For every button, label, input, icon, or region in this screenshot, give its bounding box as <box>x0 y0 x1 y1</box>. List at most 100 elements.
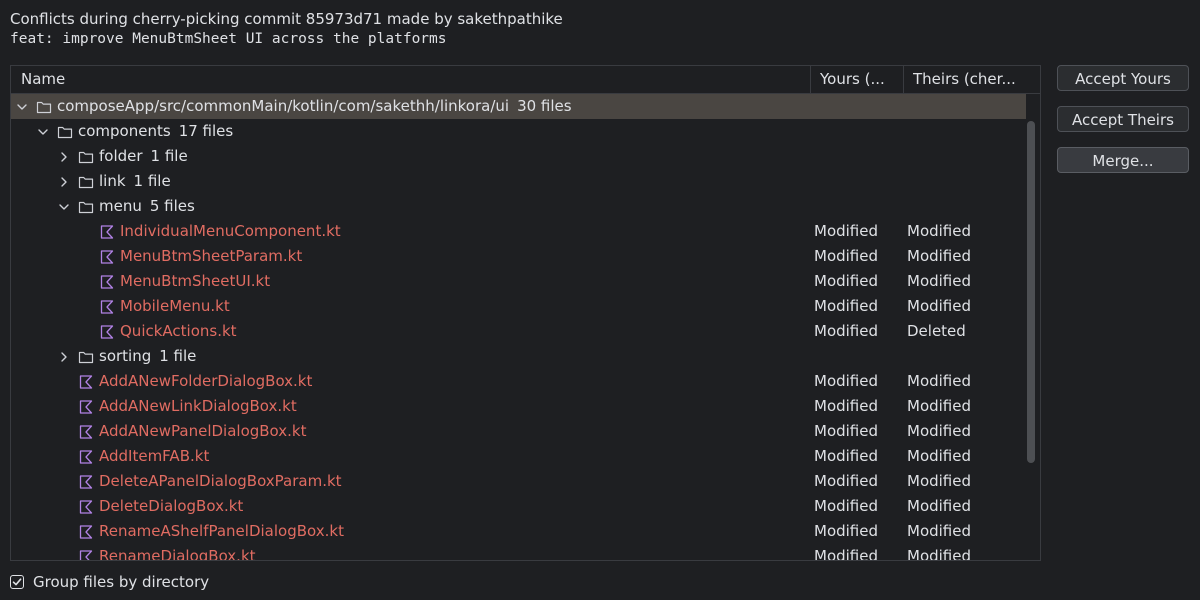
name-cell: components 17 files <box>35 119 233 144</box>
name-cell: AddANewFolderDialogBox.kt <box>78 369 312 394</box>
merge-button[interactable]: Merge... <box>1057 147 1189 173</box>
file-row[interactable]: DeleteDialogBox.kt Modified Modified <box>11 494 1026 519</box>
directory-row[interactable]: components 17 files <box>11 119 1026 144</box>
yours-status: Modified <box>814 222 879 240</box>
directory-row[interactable]: sorting 1 file <box>11 344 1026 369</box>
column-divider[interactable] <box>810 66 811 93</box>
table-body: composeApp/src/commonMain/kotlin/com/sak… <box>11 94 1026 560</box>
file-name: DeleteDialogBox.kt <box>99 497 244 515</box>
name-cell: RenameDialogBox.kt <box>78 544 256 560</box>
kotlin-file-icon <box>78 424 94 440</box>
kotlin-file-icon <box>99 249 115 265</box>
kotlin-file-icon <box>99 274 115 290</box>
column-divider[interactable] <box>903 66 904 93</box>
chevron-down-icon[interactable] <box>14 99 30 115</box>
group-by-directory-option[interactable]: Group files by directory <box>10 573 209 591</box>
kotlin-file-icon <box>78 549 94 560</box>
file-row[interactable]: AddItemFAB.kt Modified Modified <box>11 444 1026 469</box>
scrollbar-thumb[interactable] <box>1027 121 1035 463</box>
file-count: 30 files <box>517 97 572 115</box>
chevron-right-icon[interactable] <box>56 174 72 190</box>
column-header-yours[interactable]: Yours (... <box>820 66 900 93</box>
file-row[interactable]: MenuBtmSheetParam.kt Modified Modified <box>11 244 1026 269</box>
group-by-directory-checkbox[interactable] <box>10 575 24 589</box>
directory-row[interactable]: folder 1 file <box>11 144 1026 169</box>
file-row[interactable]: AddANewLinkDialogBox.kt Modified Modified <box>11 394 1026 419</box>
table-header: Name Yours (... Theirs (cher... <box>11 66 1040 94</box>
kotlin-file-icon <box>78 374 94 390</box>
checkmark-icon <box>12 578 22 586</box>
folder-icon <box>78 174 94 190</box>
chevron-right-icon[interactable] <box>56 149 72 165</box>
file-row[interactable]: RenameDialogBox.kt Modified Modified <box>11 544 1026 560</box>
yours-status: Modified <box>814 422 879 440</box>
directory-name: folder <box>99 147 143 165</box>
yours-status: Modified <box>814 297 879 315</box>
accept-yours-button[interactable]: Accept Yours <box>1057 65 1189 91</box>
yours-status: Modified <box>814 547 879 560</box>
name-cell: DeleteAPanelDialogBoxParam.kt <box>78 469 342 494</box>
file-name: MobileMenu.kt <box>120 297 230 315</box>
file-row[interactable]: MenuBtmSheetUI.kt Modified Modified <box>11 269 1026 294</box>
file-name: MenuBtmSheetUI.kt <box>120 272 271 290</box>
group-by-directory-label: Group files by directory <box>33 573 210 591</box>
file-name: AddANewLinkDialogBox.kt <box>99 397 297 415</box>
yours-status: Modified <box>814 322 879 340</box>
directory-row[interactable]: composeApp/src/commonMain/kotlin/com/sak… <box>11 94 1026 119</box>
kotlin-file-icon <box>78 499 94 515</box>
file-name: RenameDialogBox.kt <box>99 547 256 560</box>
name-cell: AddItemFAB.kt <box>78 444 209 469</box>
folder-icon <box>78 199 94 215</box>
folder-icon <box>78 149 94 165</box>
chevron-down-icon[interactable] <box>56 199 72 215</box>
file-name: IndividualMenuComponent.kt <box>120 222 341 240</box>
kotlin-file-icon <box>78 399 94 415</box>
yours-status: Modified <box>814 472 879 490</box>
folder-icon <box>78 349 94 365</box>
conflicts-table: Name Yours (... Theirs (cher... composeA… <box>10 65 1041 561</box>
chevron-down-icon[interactable] <box>35 124 51 140</box>
theirs-status: Modified <box>907 222 972 240</box>
kotlin-file-icon <box>99 324 115 340</box>
kotlin-file-icon <box>78 524 94 540</box>
file-count: 1 file <box>159 347 197 365</box>
name-cell: RenameAShelfPanelDialogBox.kt <box>78 519 344 544</box>
yours-status: Modified <box>814 397 879 415</box>
accept-theirs-button[interactable]: Accept Theirs <box>1057 106 1189 132</box>
name-cell: AddANewPanelDialogBox.kt <box>78 419 306 444</box>
directory-row[interactable]: link 1 file <box>11 169 1026 194</box>
theirs-status: Deleted <box>907 322 966 340</box>
name-cell: link 1 file <box>56 169 171 194</box>
column-header-name[interactable]: Name <box>21 66 801 93</box>
yours-status: Modified <box>814 447 879 465</box>
directory-name: link <box>99 172 126 190</box>
directory-row[interactable]: menu 5 files <box>11 194 1026 219</box>
file-row[interactable]: RenameAShelfPanelDialogBox.kt Modified Mod… <box>11 519 1026 544</box>
file-count: 5 files <box>149 197 195 215</box>
name-cell: sorting 1 file <box>56 344 196 369</box>
name-cell: MenuBtmSheetUI.kt <box>99 269 270 294</box>
file-count: 1 file <box>150 147 188 165</box>
file-row[interactable]: AddANewPanelDialogBox.kt Modified Modified <box>11 419 1026 444</box>
theirs-status: Modified <box>907 522 972 540</box>
name-cell: folder 1 file <box>56 144 188 169</box>
theirs-status: Modified <box>907 447 972 465</box>
file-row[interactable]: MobileMenu.kt Modified Modified <box>11 294 1026 319</box>
file-row[interactable]: QuickActions.kt Modified Deleted <box>11 319 1026 344</box>
name-cell: composeApp/src/commonMain/kotlin/com/sak… <box>14 94 572 119</box>
file-row[interactable]: AddANewFolderDialogBox.kt Modified Modifie… <box>11 369 1026 394</box>
file-name: RenameAShelfPanelDialogBox.kt <box>99 522 344 540</box>
name-cell: menu 5 files <box>56 194 195 219</box>
name-cell: AddANewLinkDialogBox.kt <box>78 394 297 419</box>
file-row[interactable]: DeleteAPanelDialogBoxParam.kt Modified Mod… <box>11 469 1026 494</box>
file-name: AddItemFAB.kt <box>99 447 210 465</box>
name-cell: QuickActions.kt <box>99 319 237 344</box>
theirs-status: Modified <box>907 297 972 315</box>
kotlin-file-icon <box>78 474 94 490</box>
column-header-theirs[interactable]: Theirs (cher... <box>913 66 1028 93</box>
directory-name: components <box>78 122 171 140</box>
theirs-status: Modified <box>907 247 972 265</box>
chevron-right-icon[interactable] <box>56 349 72 365</box>
file-count: 17 files <box>178 122 234 140</box>
file-row[interactable]: IndividualMenuComponent.kt Modified Modifi… <box>11 219 1026 244</box>
